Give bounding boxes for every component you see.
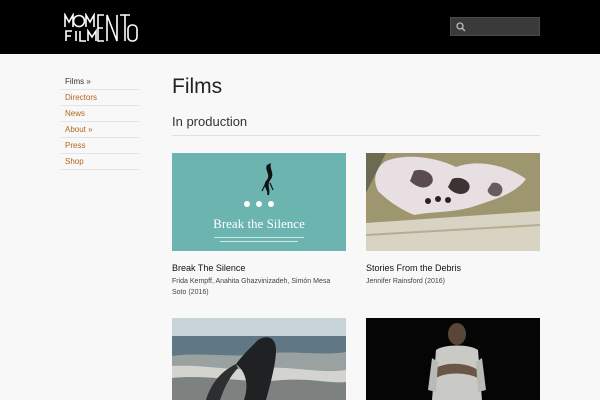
film-title[interactable]: Break The Silence <box>172 263 346 274</box>
search-icon[interactable] <box>455 21 467 33</box>
portrait-photo <box>366 318 540 400</box>
film-title[interactable]: Stories From the Debris <box>366 263 540 274</box>
film-credits: Frida Kempff, Anahita Ghazvinizadeh, Sim… <box>172 278 331 296</box>
break-the-silence-poster <box>214 163 304 242</box>
site-header <box>0 0 600 54</box>
film-thumbnail[interactable] <box>172 318 346 400</box>
film-card[interactable] <box>366 318 540 400</box>
debris-photo <box>366 153 540 251</box>
film-thumbnail[interactable] <box>366 318 540 400</box>
sidebar-item-films[interactable]: Films » <box>61 74 139 90</box>
page-title: Films <box>172 75 223 98</box>
search-input[interactable] <box>468 18 538 35</box>
film-credits: Jennifer Rainsford (2016) <box>366 278 445 285</box>
main-content: Films In production Break the Silence Br… <box>172 74 540 400</box>
poster-title: Break the Silence <box>213 216 305 231</box>
sea-photo <box>172 318 346 400</box>
film-card[interactable]: Break the Silence Break The Silence Frid… <box>172 153 346 298</box>
film-thumbnail[interactable]: Break the Silence <box>172 153 346 251</box>
sidebar-item-about[interactable]: About » <box>61 122 139 138</box>
sidebar-nav: Films » Directors News About » Press Sho… <box>61 74 139 170</box>
sidebar-item-shop[interactable]: Shop <box>61 154 139 170</box>
sidebar-item-directors[interactable]: Directors <box>61 90 139 106</box>
section-title: In production <box>172 114 248 129</box>
search-box[interactable] <box>450 17 540 36</box>
film-thumbnail[interactable] <box>366 153 540 251</box>
momento-film-logo[interactable] <box>64 13 138 43</box>
sidebar-item-press[interactable]: Press <box>61 138 139 154</box>
film-card[interactable]: Stories From the Debris Jennifer Rainsfo… <box>366 153 540 287</box>
section-divider <box>172 135 540 136</box>
film-card[interactable] <box>172 318 346 400</box>
sidebar-item-news[interactable]: News <box>61 106 139 122</box>
